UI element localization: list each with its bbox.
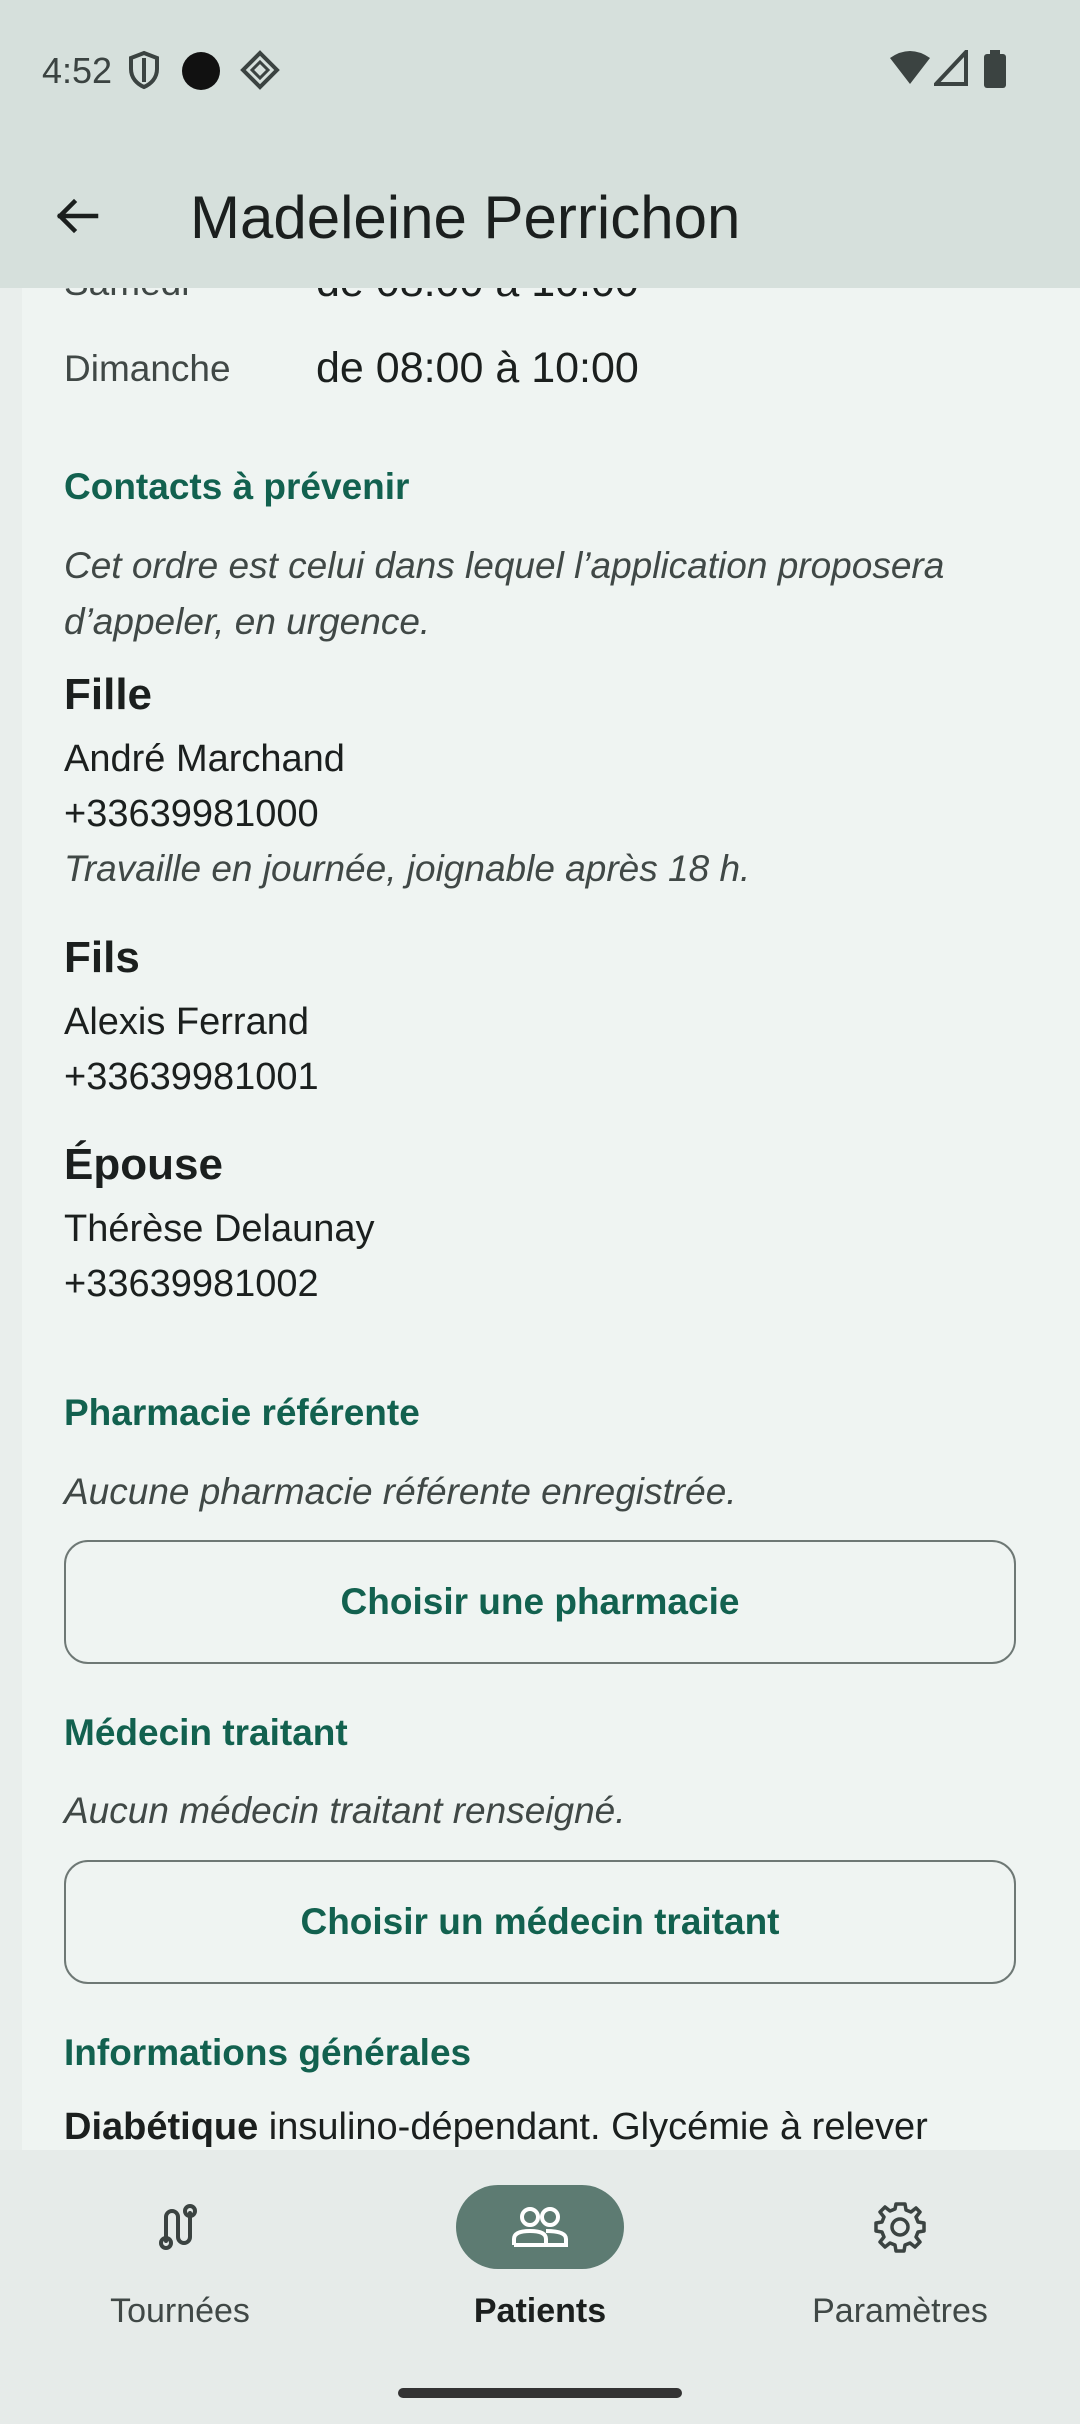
contact-relation: Épouse [64,1140,223,1189]
contact-name: Alexis Ferrand [64,1001,309,1043]
contact-comment: Travaille en journée, joignable après 18… [64,848,751,889]
doctor-section-title: Médecin traitant [64,1712,348,1753]
app-bar: Madeleine Perrichon [0,145,1080,288]
schedule-day: Samedi [64,288,189,304]
nav-pill-active [456,2185,624,2269]
gear-icon [874,2202,926,2253]
patient-details-scroll[interactable]: Samedi de 08:00 à 10:00 Dimanche de 08:0… [22,288,1080,2150]
contacts-note: Cet ordre est celui dans lequel l’applic… [64,545,945,642]
nav-pill [96,2185,264,2269]
wifi-icon [890,50,930,90]
general-info-section-title: Informations générales [64,2032,472,2073]
status-bar: 4:52 [0,0,1080,145]
nav-pill [816,2185,984,2269]
signal-icon [931,46,968,90]
home-indicator[interactable] [398,2388,682,2398]
shield-icon [128,50,160,90]
schedule-hours: de 08:00 à 10:00 [316,288,639,307]
choose-pharmacy-button[interactable]: Choisir une pharmacie [64,1540,1016,1664]
nav-label: Paramètres [812,2292,988,2330]
pharmacy-empty-text: Aucune pharmacie référente enregistrée. [64,1471,737,1512]
bottom-navigation: Tournées Patients Paramètres [0,2150,1080,2424]
pharmacy-section-title: Pharmacie référente [64,1392,420,1433]
choose-doctor-button[interactable]: Choisir un médecin traitant [64,1860,1016,1984]
contact-phone[interactable]: +33639981002 [64,1263,319,1306]
contacts-section-title: Contacts à prévenir [64,466,410,507]
schedule-day: Dimanche [64,348,231,389]
nav-label: Tournées [110,2292,250,2330]
nav-item-patients[interactable]: Patients [360,2150,720,2370]
general-info-body: insulino-dépendant. Glycémie à relever [258,2106,928,2148]
back-button[interactable] [40,180,112,252]
arrow-back-icon [56,198,99,234]
schedule-hours: de 08:00 à 10:00 [316,344,639,392]
camera-dot-icon [180,50,222,90]
status-time: 4:52 [42,50,113,91]
contact-phone[interactable]: +33639981000 [64,793,319,836]
contact-name: Thérèse Delaunay [64,1208,375,1250]
contact-relation: Fille [64,670,153,719]
route-icon [159,2204,197,2250]
people-icon [512,2207,568,2247]
nav-item-tournees[interactable]: Tournées [0,2150,360,2370]
nav-label: Patients [473,2292,607,2330]
general-info-text: Diabétique insulino-dépendant. Glycémie … [64,2106,928,2149]
nav-item-parametres[interactable]: Paramètres [720,2150,1080,2370]
contact-name: André Marchand [64,738,345,780]
doctor-empty-text: Aucun médecin traitant renseigné. [64,1790,626,1831]
general-info-bold: Diabétique [64,2106,259,2148]
page-title: Madeleine Perrichon [190,184,741,251]
contact-phone[interactable]: +33639981001 [64,1056,319,1099]
diamond-icon [240,50,280,90]
battery-icon [984,50,1006,90]
contact-relation: Fils [64,933,140,982]
